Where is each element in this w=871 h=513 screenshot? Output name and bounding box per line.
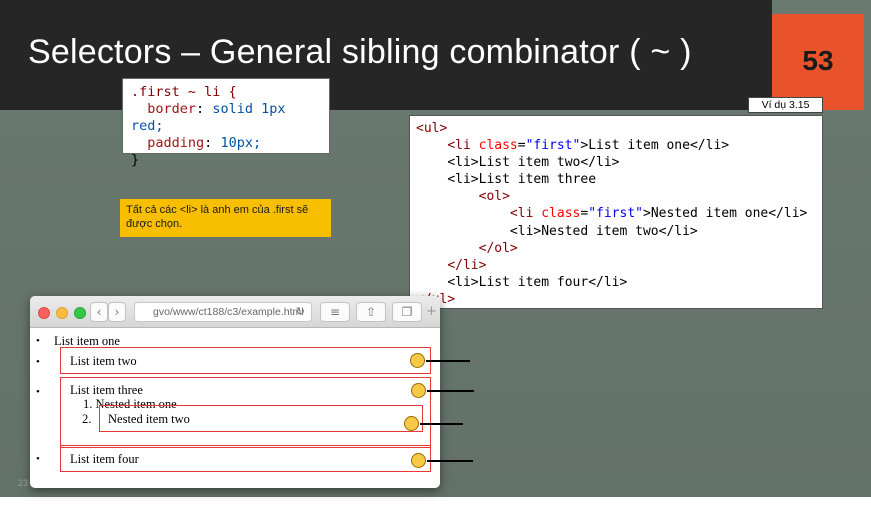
html-code-box: <ul> <li class="first">List item one</li… [409,115,823,309]
nested-item-two: Nested item two [99,405,423,432]
nested-marker-two: 2. [82,412,92,426]
reload-icon[interactable]: ↻ [296,303,305,321]
code-line: <li class="first">List item one</li> [447,138,730,154]
code-line: <li>Nested item two</li> [509,223,698,239]
new-tab-icon[interactable]: + [426,304,437,319]
reader-button[interactable]: ≡ [320,302,350,322]
back-button[interactable]: ‹ [90,302,108,322]
list-item-three-text: List item three [70,383,143,397]
minimize-window-button[interactable] [56,307,68,319]
code-line: </li> [447,257,487,273]
browser-window: ‹ › gvo/www/ct188/c3/example.html ↻ ≡ ⇧ … [30,296,440,488]
bullet-icon: • [36,335,40,347]
page-number: 53 [802,45,834,76]
close-window-button[interactable] [38,307,50,319]
arrow-line [426,360,470,362]
tabs-button[interactable]: ❐ [392,302,422,322]
highlight-circle-icon [411,383,426,398]
css-padding-line: padding: 10px; [147,135,262,151]
slide-footer-number: 23 [18,478,29,488]
code-line: <li>List item four</li> [447,274,628,290]
example-label: Ví dụ 3.15 [748,97,823,113]
css-close-line: } [131,152,140,168]
list-item-four-text: List item four [70,452,139,466]
css-border-line: border: solid 1px red; [131,101,286,134]
code-line: </ul> [416,291,816,308]
code-line: <ul> [416,121,448,136]
note-callout: Tất cả các <li> là anh em của .first sẽ … [120,199,331,237]
highlight-circle-icon [410,353,425,368]
bullet-icon: • [36,453,40,465]
code-line: <ol> [478,189,510,205]
list-item-two: List item two [60,347,431,374]
arrow-line [420,423,463,425]
slide-title: Selectors – General sibling combinator (… [28,33,692,71]
address-text: gvo/www/ct188/c3/example.html [153,306,304,318]
highlight-circle-icon [404,416,419,431]
page-number-badge: 53 [772,14,864,110]
address-bar[interactable]: gvo/www/ct188/c3/example.html ↻ [134,302,312,322]
code-line: <li>List item two</li> [447,155,620,171]
code-line: <li>List item three [447,172,597,188]
browser-toolbar: ‹ › gvo/www/ct188/c3/example.html ↻ ≡ ⇧ … [30,296,440,328]
arrow-line [427,460,473,462]
reader-icon: ≡ [329,305,341,319]
slide: Selectors – General sibling combinator (… [0,0,871,497]
maximize-window-button[interactable] [74,307,86,319]
code-line: </ol> [478,240,518,256]
css-selector-line: .first ~ li { [131,84,237,100]
forward-button[interactable]: › [108,302,126,322]
chevron-right-icon: › [114,305,120,319]
share-icon: ⇧ [365,305,377,319]
bullet-icon: • [36,356,40,368]
code-line: <li class="first">Nested item one</li> [509,206,808,222]
chevron-left-icon: ‹ [96,305,102,319]
highlight-circle-icon [411,453,426,468]
list-item-two-text: List item two [70,354,137,368]
css-code-box: .first ~ li { border: solid 1px red; pad… [122,78,330,168]
bullet-icon: • [36,386,40,398]
nested-item-two-text: Nested item two [108,412,190,426]
tabs-icon: ❐ [401,305,413,319]
list-item-four: List item four [60,445,431,472]
arrow-line [427,390,474,392]
title-bar: Selectors – General sibling combinator (… [0,0,772,110]
share-button[interactable]: ⇧ [356,302,386,322]
list-item-three: List item three 1. Nested item one 2. Ne… [60,377,431,448]
